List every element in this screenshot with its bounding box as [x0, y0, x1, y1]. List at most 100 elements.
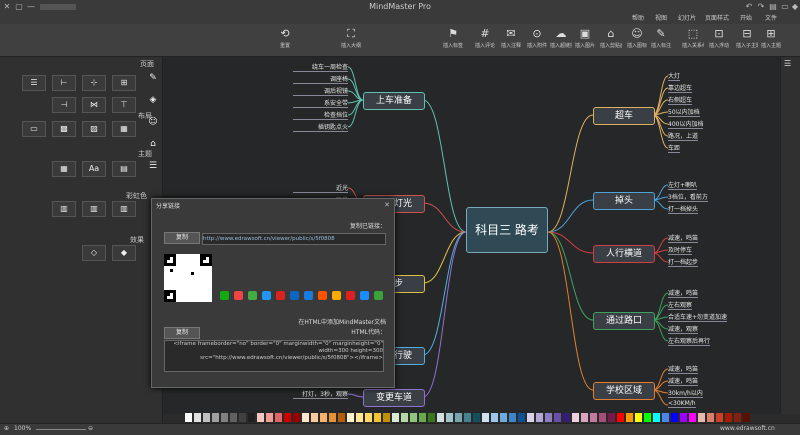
color-swatch[interactable]: [608, 413, 615, 422]
social-share-icon[interactable]: [248, 291, 257, 300]
layout-right-icon[interactable]: ⊢: [52, 75, 76, 91]
leaf-right[interactable]: 打一档起步: [668, 257, 699, 267]
color-swatch[interactable]: [653, 413, 660, 422]
branch-right-4[interactable]: 学校区域: [593, 382, 655, 400]
theme-icon[interactable]: ▤: [112, 161, 136, 177]
color-swatch[interactable]: [482, 413, 489, 422]
color-swatch[interactable]: [248, 413, 255, 422]
color-swatch[interactable]: [347, 413, 354, 422]
leaf-right[interactable]: 打一档掉头: [668, 204, 699, 214]
leaf-right[interactable]: 左灯+喇叭: [668, 180, 698, 190]
copy-embed-button[interactable]: 复制: [164, 327, 200, 339]
color-swatch[interactable]: [221, 413, 228, 422]
color-swatch[interactable]: [293, 413, 300, 422]
color-swatch[interactable]: [671, 413, 678, 422]
layout-org-icon[interactable]: ⊤: [112, 97, 136, 113]
layout-list-icon[interactable]: ☰: [22, 75, 46, 91]
social-share-icon[interactable]: [262, 291, 271, 300]
social-share-icon[interactable]: [318, 291, 327, 300]
color-swatch[interactable]: [194, 413, 201, 422]
color-swatch[interactable]: [464, 413, 471, 422]
close-icon[interactable]: ✕: [384, 201, 390, 209]
insert-relationship-button[interactable]: ⬚插入关系线: [682, 26, 704, 54]
color-swatch[interactable]: [329, 413, 336, 422]
insert-hyperlink-button[interactable]: ☁插入超链接: [550, 26, 572, 54]
color-swatch[interactable]: [374, 413, 381, 422]
insert-subtopic-button[interactable]: ⊟插入子主题: [736, 26, 758, 54]
color-swatch[interactable]: [320, 413, 327, 422]
branch-left-4[interactable]: 变更车道: [363, 389, 425, 407]
color-swatch[interactable]: [698, 413, 705, 422]
leaf-right[interactable]: 合适车速+勿变道加速: [668, 312, 728, 322]
rainbow-1-icon[interactable]: ▥: [112, 201, 136, 217]
insert-callout-button[interactable]: ✎ 插入标注: [650, 26, 672, 54]
color-swatch[interactable]: [284, 413, 291, 422]
leaf-right[interactable]: 左右观察后再行: [668, 336, 711, 346]
leaf-right[interactable]: 靠边超车: [668, 83, 693, 93]
branch-left-0[interactable]: 上车准备: [363, 92, 425, 110]
color-swatch[interactable]: [644, 413, 651, 422]
color-swatch[interactable]: [680, 413, 687, 422]
color-swatch[interactable]: [410, 413, 417, 422]
insert-note-button[interactable]: ✉ 插入注释: [500, 26, 522, 54]
zoom-out-icon[interactable]: ⊖: [88, 425, 93, 432]
clipart-panel-icon[interactable]: ⌂: [146, 137, 160, 151]
reset-button[interactable]: ⟲ 重置: [274, 26, 296, 54]
leaf-left[interactable]: 近光: [293, 183, 348, 193]
leaf-right[interactable]: 减速，观察: [668, 324, 699, 334]
branch-right-3[interactable]: 通过路口: [593, 312, 655, 330]
leaf-left[interactable]: 系安全带: [293, 98, 348, 108]
leaf-left[interactable]: 打灯，3秒，观察: [293, 389, 348, 399]
insert-tag-button[interactable]: ⚑ 插入标签: [442, 26, 464, 54]
color-swatch[interactable]: [572, 413, 579, 422]
insert-floating-button[interactable]: ⊡ 插入浮动: [708, 26, 730, 54]
color-swatch[interactable]: [617, 413, 624, 422]
insert-image-button[interactable]: ▣ 插入图片: [574, 26, 596, 54]
color-swatch[interactable]: [581, 413, 588, 422]
social-share-icon[interactable]: [304, 291, 313, 300]
color-swatch[interactable]: [275, 413, 282, 422]
leaf-right[interactable]: 及时停车: [668, 245, 693, 255]
leaf-right[interactable]: 路况，上道: [668, 131, 699, 141]
color-swatch[interactable]: [365, 413, 372, 422]
color-swatch[interactable]: [230, 413, 237, 422]
color-swatch[interactable]: [725, 413, 732, 422]
bg-pattern-icon[interactable]: ▩: [52, 121, 76, 137]
undo-icon[interactable]: ↶: [744, 2, 754, 12]
layout-timeline-icon[interactable]: ⊣: [52, 97, 76, 113]
outline-list-icon[interactable]: ☰: [784, 59, 791, 68]
color-swatch[interactable]: [383, 413, 390, 422]
color-swatch[interactable]: [311, 413, 318, 422]
color-swatch[interactable]: [419, 413, 426, 422]
social-share-icon[interactable]: [234, 291, 243, 300]
color-swatch[interactable]: [212, 413, 219, 422]
menu-page-style[interactable]: 页面样式: [705, 14, 729, 24]
color-swatch[interactable]: [527, 413, 534, 422]
social-share-icon[interactable]: [346, 291, 355, 300]
redo-icon[interactable]: ↷: [756, 2, 766, 12]
bg-color-icon[interactable]: ▨: [82, 121, 106, 137]
copy-link-button[interactable]: 复制: [164, 232, 200, 244]
color-swatch[interactable]: [338, 413, 345, 422]
leaf-right[interactable]: 减速，鸣笛: [668, 288, 699, 298]
branch-right-2[interactable]: 人行横道: [593, 245, 655, 263]
layout-map-icon[interactable]: ⊞: [112, 75, 136, 91]
insert-mark-button[interactable]: ☺ 插入图标: [626, 26, 648, 54]
leaf-left[interactable]: 调座椅: [293, 74, 348, 84]
leaf-right[interactable]: 车距: [668, 143, 681, 153]
effect-2-icon[interactable]: ◇: [82, 245, 106, 261]
color-swatch[interactable]: [203, 413, 210, 422]
leaf-left[interactable]: 绕车一周检查: [293, 62, 348, 72]
social-share-icon[interactable]: [290, 291, 299, 300]
layout-tree-icon[interactable]: ⊹: [82, 75, 106, 91]
outline-panel-icon[interactable]: ☰: [146, 159, 160, 173]
leaf-right[interactable]: <30KM/h: [668, 400, 696, 408]
insert-attachment-button[interactable]: ⊙ 插入附件: [526, 26, 548, 54]
menu-help[interactable]: 帮助: [632, 14, 644, 24]
leaf-right[interactable]: 400以内加档: [668, 119, 704, 129]
font-icon[interactable]: Aa: [82, 161, 106, 177]
save-icon[interactable]: ▤: [768, 2, 778, 12]
color-swatch[interactable]: [734, 413, 741, 422]
branch-right-1[interactable]: 掉头: [593, 192, 655, 210]
color-swatch[interactable]: [554, 413, 561, 422]
